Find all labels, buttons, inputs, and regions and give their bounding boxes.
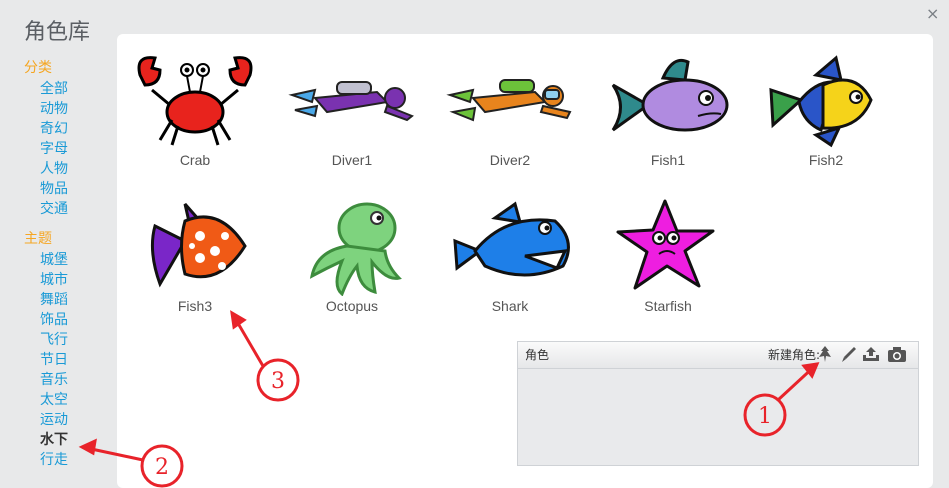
theme-item-underwater[interactable]: 水下 [24,430,114,450]
upload-icon[interactable] [861,345,881,372]
category-item-all[interactable]: 全部 [24,79,114,99]
sprite-name: Shark [491,298,529,314]
category-item-things[interactable]: 物品 [24,179,114,199]
shark-thumbnail [453,201,570,277]
fish1-thumbnail [611,58,729,132]
starfish-thumbnail [616,199,715,290]
diver2-thumbnail [446,79,572,122]
theme-item-sports[interactable]: 运动 [24,410,114,430]
sprite-name: Octopus [325,298,379,314]
theme-item-walking[interactable]: 行走 [24,450,114,470]
category-item-animals[interactable]: 动物 [24,99,114,119]
theme-item-music[interactable]: 音乐 [24,370,114,390]
category-item-transportation[interactable]: 交通 [24,199,114,219]
sprite-tile-diver1[interactable]: Diver1 [277,50,427,180]
theme-item-flying[interactable]: 飞行 [24,330,114,350]
category-item-letters[interactable]: 字母 [24,139,114,159]
theme-header: 主题 [24,231,52,247]
diver1-thumbnail [288,81,414,122]
fish2-thumbnail [769,55,873,148]
sprite-tile-shark[interactable]: Shark [435,196,585,326]
sidebar: 分类 全部 动物 奇幻 字母 人物 物品 交通 主题 城堡 城市 舞蹈 饰品 飞… [24,58,114,470]
theme-item-dance[interactable]: 舞蹈 [24,290,114,310]
theme-item-castle[interactable]: 城堡 [24,250,114,270]
octopus-thumbnail [309,202,402,296]
sprite-tile-fish2[interactable]: Fish2 [751,50,901,180]
category-item-fantasy[interactable]: 奇幻 [24,119,114,139]
theme-item-holiday[interactable]: 节日 [24,350,114,370]
sprite-pane: 角色 新建角色: [517,341,919,466]
sprite-name: Fish2 [808,152,844,168]
sprite-tile-octopus[interactable]: Octopus [277,196,427,326]
sprite-name: Fish1 [650,152,686,168]
sprite-library-icon[interactable] [816,345,834,372]
sprite-tile-starfish[interactable]: Starfish [593,196,743,326]
sprite-tile-crab[interactable]: Crab [120,50,270,180]
paint-brush-icon[interactable] [840,345,858,372]
category-item-people[interactable]: 人物 [24,159,114,179]
theme-item-city[interactable]: 城市 [24,270,114,290]
category-header: 分类 [24,60,52,76]
sprite-tile-fish3[interactable]: Fish3 [120,196,270,326]
theme-item-space[interactable]: 太空 [24,390,114,410]
page-title: 角色库 [24,20,91,45]
sprite-pane-title: 角色 [525,348,550,362]
sprite-name: Crab [179,152,211,168]
sprite-name: Diver2 [489,152,531,168]
sprite-name: Starfish [644,298,692,314]
sprite-name: Diver1 [331,152,373,168]
camera-icon[interactable] [887,345,907,372]
close-icon[interactable]: × [926,4,939,23]
sprite-tile-fish1[interactable]: Fish1 [593,50,743,180]
new-sprite-label: 新建角色: [767,348,820,362]
crab-thumbnail [137,56,253,146]
fish3-thumbnail [150,203,247,288]
sprite-tile-diver2[interactable]: Diver2 [435,50,585,180]
sprite-pane-header: 角色 新建角色: [518,342,918,369]
sprite-name: Fish3 [177,298,213,314]
theme-item-dress-up[interactable]: 饰品 [24,310,114,330]
